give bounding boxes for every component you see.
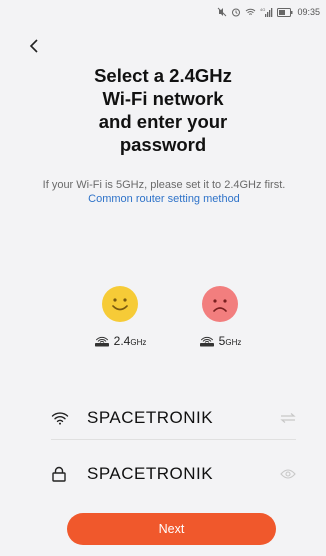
next-button[interactable]: Next [67,513,276,545]
password-value[interactable]: SPACETRONIK [77,464,272,484]
router-setting-link[interactable]: Common router setting method [88,193,240,205]
band-unit: GHz [130,338,147,347]
band-label: 5GHz [199,334,242,348]
band-unit: GHz [225,338,242,347]
title-line: Wi-Fi network [102,88,224,109]
title-line: and enter your [98,111,228,132]
wifi-password-field[interactable]: SPACETRONIK [51,452,296,496]
status-time: 09:35 [297,7,320,17]
sad-face-icon [202,286,238,322]
chevron-left-icon [29,39,38,53]
eye-icon[interactable] [272,469,296,479]
title-line: Select a 2.4GHz [94,65,232,86]
switch-arrows-icon[interactable] [272,412,296,423]
wifi-status-icon [246,8,256,15]
status-bar: 4G 09:35 [0,0,326,24]
band-2-4ghz: 2.4GHz [85,286,155,348]
router-icon [199,336,214,346]
lock-icon [51,466,77,482]
status-icons: 4G 09:35 [217,7,320,17]
wifi-icon [51,411,77,425]
band-label: 2.4GHz [94,334,147,348]
mute-icon [218,7,227,17]
ssid-value[interactable]: SPACETRONIK [77,408,272,428]
back-button[interactable] [24,34,44,58]
router-icon [94,336,109,346]
signal-icon: 4G [260,7,273,17]
page-title: Select a 2.4GHz Wi-Fi network and enter … [30,64,296,156]
smile-face-icon [102,286,138,322]
alarm-icon [232,8,241,17]
svg-text:4G: 4G [260,7,265,12]
band-5ghz: 5GHz [185,286,255,348]
instruction-body: If your Wi-Fi is 5GHz, please set it to … [42,179,286,191]
title-line: password [119,134,207,155]
battery-icon [277,7,293,17]
wifi-ssid-field[interactable]: SPACETRONIK [51,396,296,440]
band-value: 2.4 [113,334,131,348]
instruction-text: If your Wi-Fi is 5GHz, please set it to … [42,179,286,206]
